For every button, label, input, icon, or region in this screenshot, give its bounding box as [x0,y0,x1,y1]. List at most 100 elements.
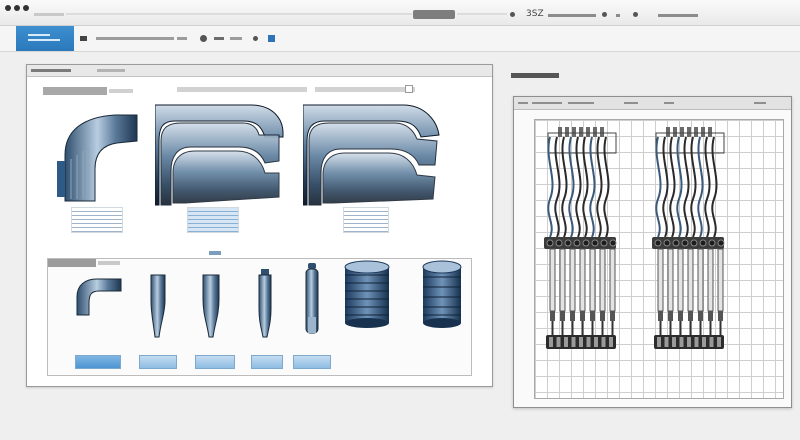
harness-1-wire [589,136,596,238]
status-label [548,14,596,17]
harness-1-conduit [549,248,556,312]
harness-2-clamp-bolt [690,239,698,247]
harness-1-terminal [609,337,613,347]
harness-1-conduit [609,248,616,312]
part-caption-1 [71,207,123,233]
tool-icon[interactable] [80,36,87,41]
slim-pin-2-part[interactable] [199,273,223,339]
harness-2-conduit [667,248,674,312]
narrow-pin-part[interactable] [255,269,275,339]
progress-pill [413,10,455,19]
harness-diagram [544,127,725,349]
harness-2-wire [669,136,676,238]
harness-2-terminal [694,337,699,347]
record-icon[interactable] [200,35,207,42]
pins-panel-tab-2[interactable] [98,261,120,265]
title-separator-2 [457,13,507,15]
harness-2-terminal [672,337,676,347]
harness-1-conduit-cap [550,311,555,321]
harness-1-clamp-bolt [555,239,563,247]
part-button-2[interactable] [139,355,177,369]
harness-1-wire [603,136,610,238]
harness-1-terminal [564,337,568,347]
tool-label-1[interactable] [96,37,174,40]
harness-1-conduit-cap [600,311,605,321]
harness-1-terminal [586,337,591,347]
zoom-window-icon[interactable] [23,5,29,11]
harness-1-top-pin [579,127,583,137]
tool-label-2[interactable] [177,37,187,40]
part-button-5[interactable] [293,355,331,369]
divider [616,14,620,17]
header-label-3 [568,102,594,104]
title-separator [66,13,412,15]
minimize-window-icon[interactable] [14,5,20,11]
harness-1-clamp-bolt [573,239,581,247]
part-button-1[interactable] [75,355,121,369]
window-subtitle [97,69,125,72]
harness-1-conduit [569,248,576,312]
harness-2-wire [704,136,711,238]
harness-2-clamp-bolt [717,239,725,247]
harness-1-conduit [599,248,606,312]
title-text [34,13,64,16]
window-title [31,69,71,72]
wide-elbow-right-part[interactable] [303,101,443,209]
harness-2-top-pin [673,127,677,137]
square-tool-icon[interactable] [268,35,275,42]
harness-2-conduit-cap [708,311,713,321]
part-button-3[interactable] [195,355,235,369]
bent-connector-part[interactable] [55,109,139,205]
header-label-5 [664,102,674,104]
slim-pin-part[interactable] [147,273,169,339]
harness-2-terminal [717,337,721,347]
options-icon[interactable] [633,12,638,17]
menu-icon[interactable] [602,12,607,17]
tool-label-4[interactable] [230,37,242,40]
harness-1-terminal [594,337,598,347]
small-elbow-part[interactable] [73,275,123,319]
cylinder-part[interactable] [343,259,391,329]
harness-1-clamp-bolt [546,239,554,247]
parts-section-tab[interactable] [43,87,107,95]
harness-1-wire [582,136,589,238]
layers-tool-button[interactable] [16,26,74,51]
harness-1-wire [575,136,582,238]
harness-1-conduit [559,248,566,312]
harness-2-wire [655,136,662,238]
cylinder-2-part[interactable] [421,259,463,329]
tall-pin-part[interactable] [303,263,321,339]
harness-2-top-pin [694,127,698,137]
harness-2-wire [690,136,697,238]
settings-icon[interactable] [510,12,515,17]
status-text: 3SZ [526,9,544,19]
harness-2-conduit-cap [688,311,693,321]
wide-elbow-left-part[interactable] [155,101,285,209]
harness-2-terminal [702,337,706,347]
pins-panel-tab[interactable] [48,259,96,267]
expand-arrow-icon[interactable] [209,251,221,255]
harness-1-top-pin [565,127,569,137]
harness-window [513,96,792,408]
harness-2-clamp-bolt [699,239,707,247]
part-button-4[interactable] [251,355,283,369]
harness-1-top-pin [586,127,590,137]
harness-2-terminal [687,337,691,347]
checkbox[interactable] [405,85,413,93]
harness-2-wire [711,136,718,238]
parts-section-tab-2[interactable] [109,89,133,93]
harness-1-terminal [601,337,606,347]
tool-label-3[interactable] [214,37,224,40]
harness-1-wire [561,136,568,238]
layers-icon-line [28,39,60,41]
harness-view-label [511,73,559,78]
harness-1-clamp-bolt [600,239,608,247]
harness-1-conduit-cap [570,311,575,321]
harness-2-terminal [657,337,661,347]
dot-icon[interactable] [253,36,258,41]
harness-1-conduit-cap [610,311,615,321]
header-label-1 [518,102,528,104]
close-window-icon[interactable] [5,5,11,11]
harness-1-conduit [589,248,596,312]
parts-row-label [177,87,307,92]
